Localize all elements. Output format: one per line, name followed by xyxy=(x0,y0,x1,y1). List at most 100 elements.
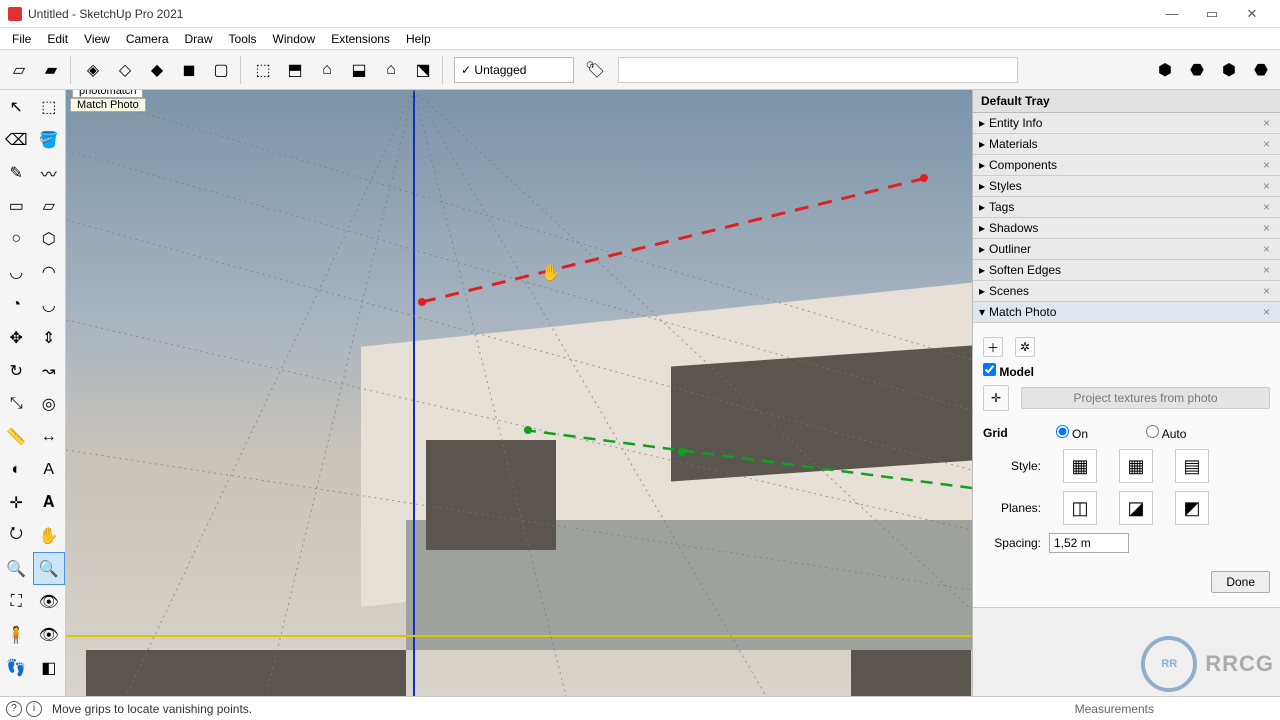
view-left[interactable]: ⬔ xyxy=(408,55,438,85)
position-camera-tool[interactable]: 🧍 xyxy=(0,618,33,651)
info-icon[interactable]: i xyxy=(26,701,42,717)
3pt-arc-tool[interactable]: ◡ xyxy=(33,288,66,321)
axes-tool[interactable]: ✛ xyxy=(0,486,33,519)
style-btn-3[interactable]: ◈ xyxy=(78,55,108,85)
line-tool[interactable]: ✎ xyxy=(0,156,33,189)
view-right[interactable]: ⬓ xyxy=(344,55,374,85)
panel-components[interactable]: ▸Components× xyxy=(973,155,1280,176)
solid-tool-1[interactable]: ⬢ xyxy=(1150,55,1180,85)
paint-tool[interactable]: 🪣 xyxy=(33,123,66,156)
panel-outliner[interactable]: ▸Outliner× xyxy=(973,239,1280,260)
menu-window[interactable]: Window xyxy=(265,30,324,48)
panel-scenes[interactable]: ▸Scenes× xyxy=(973,281,1280,302)
maximize-button[interactable]: ▭ xyxy=(1192,0,1232,28)
model-checkbox-input[interactable] xyxy=(983,363,996,376)
panel-entity-info[interactable]: ▸Entity Info× xyxy=(973,113,1280,134)
style-option-1[interactable]: ▦ xyxy=(1063,449,1097,483)
close-icon[interactable]: × xyxy=(1259,179,1274,193)
menu-edit[interactable]: Edit xyxy=(39,30,76,48)
previous-view-tool[interactable]: 👁 xyxy=(33,585,66,618)
panel-soften[interactable]: ▸Soften Edges× xyxy=(973,260,1280,281)
zoom-extents-tool[interactable]: ⛶ xyxy=(0,585,33,618)
solid-tool-3[interactable]: ⬢ xyxy=(1214,55,1244,85)
pushpull-tool[interactable]: ⇕ xyxy=(33,321,66,354)
help-icon[interactable]: ? xyxy=(6,701,22,717)
dimension-tool[interactable]: ↔ xyxy=(33,420,66,453)
close-icon[interactable]: × xyxy=(1259,263,1274,277)
zoom-tool[interactable]: 🔍 xyxy=(0,552,33,585)
new-match-photo-button[interactable]: ＋ xyxy=(983,337,1003,357)
style-option-3[interactable]: ▤ xyxy=(1175,449,1209,483)
close-icon[interactable]: × xyxy=(1259,242,1274,256)
orbit-tool[interactable]: ⭮ xyxy=(0,519,33,552)
origin-handle-button[interactable]: ✛ xyxy=(983,385,1009,411)
solid-tool-4[interactable]: ⬣ xyxy=(1246,55,1276,85)
zoom-window-tool[interactable]: 🔍 xyxy=(33,552,66,585)
3dtext-tool[interactable]: 𝐀 xyxy=(33,486,66,519)
menu-tools[interactable]: Tools xyxy=(221,30,265,48)
panel-materials[interactable]: ▸Materials× xyxy=(973,134,1280,155)
view-iso[interactable]: ⬚ xyxy=(248,55,278,85)
minimize-button[interactable]: — xyxy=(1152,0,1192,28)
rot-rect-tool[interactable]: ▱ xyxy=(33,189,66,222)
planes-option-3[interactable]: ◩ xyxy=(1175,491,1209,525)
planes-option-1[interactable]: ◫ xyxy=(1063,491,1097,525)
style-btn-1[interactable]: ▱ xyxy=(4,55,34,85)
polygon-tool[interactable]: ⬡ xyxy=(33,222,66,255)
tag-tool-btn[interactable]: 🏷 xyxy=(580,55,610,85)
tag-dropdown[interactable]: ✓ Untagged xyxy=(454,57,574,83)
tape-tool[interactable]: 📏 xyxy=(0,420,33,453)
top-search[interactable] xyxy=(618,57,1018,83)
solid-tool-2[interactable]: ⬣ xyxy=(1182,55,1212,85)
offset-tool[interactable]: ◎ xyxy=(33,387,66,420)
close-icon[interactable]: × xyxy=(1259,137,1274,151)
menu-file[interactable]: File xyxy=(4,30,39,48)
menu-help[interactable]: Help xyxy=(398,30,439,48)
close-icon[interactable]: × xyxy=(1259,158,1274,172)
pie-tool[interactable]: ◔ xyxy=(0,288,33,321)
rotate-tool[interactable]: ↻ xyxy=(0,354,33,387)
project-textures-button[interactable]: Project textures from photo xyxy=(1021,387,1270,409)
close-icon[interactable]: × xyxy=(1259,116,1274,130)
view-top[interactable]: ⬒ xyxy=(280,55,310,85)
grid-on-radio[interactable]: On xyxy=(1056,425,1088,441)
model-checkbox[interactable]: Model xyxy=(983,363,1034,379)
text-tool[interactable]: A xyxy=(33,453,66,486)
grid-auto-radio[interactable]: Auto xyxy=(1146,425,1186,441)
pan-tool[interactable]: ✋ xyxy=(33,519,66,552)
menu-extensions[interactable]: Extensions xyxy=(323,30,398,48)
rectangle-tool[interactable]: ▭ xyxy=(0,189,33,222)
done-button[interactable]: Done xyxy=(1211,571,1270,593)
close-icon[interactable]: × xyxy=(1259,284,1274,298)
close-icon[interactable]: × xyxy=(1259,221,1274,235)
menu-draw[interactable]: Draw xyxy=(177,30,221,48)
planes-option-2[interactable]: ◪ xyxy=(1119,491,1153,525)
panel-styles[interactable]: ▸Styles× xyxy=(973,176,1280,197)
style-btn-7[interactable]: ▢ xyxy=(206,55,236,85)
freehand-tool[interactable]: 〰 xyxy=(33,156,66,189)
style-option-2[interactable]: ▦ xyxy=(1119,449,1153,483)
close-icon[interactable]: × xyxy=(1259,305,1274,319)
view-back[interactable]: ⌂ xyxy=(376,55,406,85)
select-tool[interactable]: ↖ xyxy=(0,90,33,123)
scale-tool[interactable]: ⤡ xyxy=(0,387,33,420)
circle-tool[interactable]: ○ xyxy=(0,222,33,255)
protractor-tool[interactable]: ◐ xyxy=(0,453,33,486)
scene-tab[interactable]: photomatch xyxy=(72,90,143,98)
tray-title[interactable]: Default Tray xyxy=(973,90,1280,113)
move-tool[interactable]: ✥ xyxy=(0,321,33,354)
menu-camera[interactable]: Camera xyxy=(118,30,177,48)
style-btn-4[interactable]: ◇ xyxy=(110,55,140,85)
panel-shadows[interactable]: ▸Shadows× xyxy=(973,218,1280,239)
followme-tool[interactable]: ↝ xyxy=(33,354,66,387)
style-btn-2[interactable]: ▰ xyxy=(36,55,66,85)
2pt-arc-tool[interactable]: ◠ xyxy=(33,255,66,288)
arc-tool[interactable]: ◡ xyxy=(0,255,33,288)
menu-view[interactable]: View xyxy=(76,30,118,48)
component-tool[interactable]: ⬚ xyxy=(33,90,66,123)
section-tool[interactable]: ◧ xyxy=(33,651,66,684)
style-btn-6[interactable]: ◼ xyxy=(174,55,204,85)
spacing-input[interactable] xyxy=(1049,533,1129,553)
close-icon[interactable]: × xyxy=(1259,200,1274,214)
style-btn-5[interactable]: ◆ xyxy=(142,55,172,85)
